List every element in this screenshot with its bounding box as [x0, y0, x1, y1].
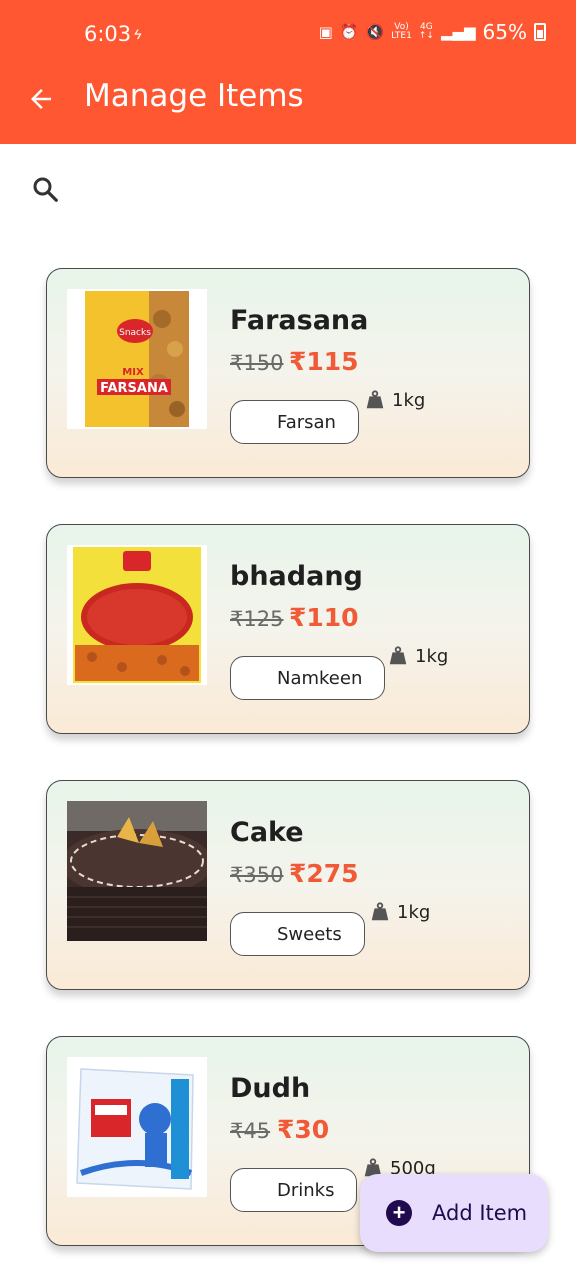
item-mrp: ₹350: [230, 863, 284, 887]
weight-icon: [389, 646, 407, 665]
add-item-label: Add Item: [432, 1201, 528, 1225]
item-image-dudh: [67, 1057, 207, 1197]
manage-items-screen: 6:03 ϟ ▣ ⏰ 🔇 Vo) LTE1 4G ↑↓ ▂▄▆ 65% Manage…: [0, 0, 576, 1280]
item-card[interactable]: bhadang ₹125 ₹110 Namkeen 1kg: [46, 524, 530, 734]
item-mrp: ₹150: [230, 351, 284, 375]
item-image-cake: [67, 801, 207, 941]
weight-icon: [366, 390, 384, 409]
item-price: ₹115: [289, 347, 359, 376]
search-icon[interactable]: [30, 174, 60, 204]
item-mrp: ₹125: [230, 607, 284, 631]
add-item-button[interactable]: + Add Item: [360, 1174, 548, 1252]
battery-percent: 65%: [482, 20, 527, 44]
category-chip[interactable]: Drinks: [230, 1168, 358, 1212]
category-chip[interactable]: Farsan: [230, 400, 359, 444]
notification-icon: ▣: [318, 23, 333, 41]
mute-icon: 🔇: [365, 23, 385, 41]
page-title: Manage Items: [84, 78, 304, 114]
item-price: ₹30: [277, 1115, 330, 1144]
signal-icon: ▂▄▆: [440, 23, 476, 41]
status-icons: ▣ ⏰ 🔇 Vo) LTE1 4G ↑↓ ▂▄▆ 65%: [319, 20, 546, 44]
item-weight-label: 1kg: [415, 645, 449, 667]
item-name: bhadang: [230, 561, 363, 592]
item-weight-label: 1kg: [392, 389, 426, 411]
alarm-icon: ⏰: [339, 23, 359, 41]
item-name: Cake: [230, 817, 304, 848]
battery-icon: [534, 23, 546, 41]
item-card[interactable]: Cake ₹350 ₹275 Sweets 1kg: [46, 780, 530, 990]
item-price: ₹275: [289, 859, 359, 888]
item-card[interactable]: Snacks MIX FARSANA Farasana ₹150 ₹115 Fa…: [46, 268, 530, 478]
item-weight-label: 1kg: [397, 901, 431, 923]
status-time: 6:03: [84, 22, 132, 46]
item-price: ₹110: [289, 603, 359, 632]
volte-icon: Vo) LTE1: [391, 22, 412, 41]
arrow-left-icon[interactable]: [26, 84, 56, 114]
item-weight: 1kg: [369, 901, 430, 923]
item-weight: 1kg: [387, 645, 448, 667]
svg-text:Snacks: Snacks: [119, 328, 151, 338]
category-chip[interactable]: Namkeen: [230, 656, 386, 700]
item-weight: 1kg: [364, 389, 425, 411]
svg-text:MIX: MIX: [122, 367, 144, 378]
charging-bolt-icon: ϟ: [134, 26, 142, 42]
category-chip[interactable]: Sweets: [230, 912, 365, 956]
plus-circle-icon: +: [386, 1200, 412, 1226]
app-bar: 6:03 ϟ ▣ ⏰ 🔇 Vo) LTE1 4G ↑↓ ▂▄▆ 65% Manage…: [0, 0, 576, 144]
network-4g-icon: 4G ↑↓: [418, 22, 434, 41]
item-name: Dudh: [230, 1073, 311, 1104]
item-image-bhadang: [67, 545, 207, 685]
status-bar: 6:03 ϟ ▣ ⏰ 🔇 Vo) LTE1 4G ↑↓ ▂▄▆ 65%: [0, 0, 576, 70]
item-name: Farasana: [230, 305, 369, 336]
item-image-farsana: Snacks MIX FARSANA: [67, 289, 207, 429]
weight-icon: [371, 902, 389, 921]
item-mrp: ₹45: [230, 1119, 271, 1143]
svg-text:FARSANA: FARSANA: [100, 381, 168, 396]
